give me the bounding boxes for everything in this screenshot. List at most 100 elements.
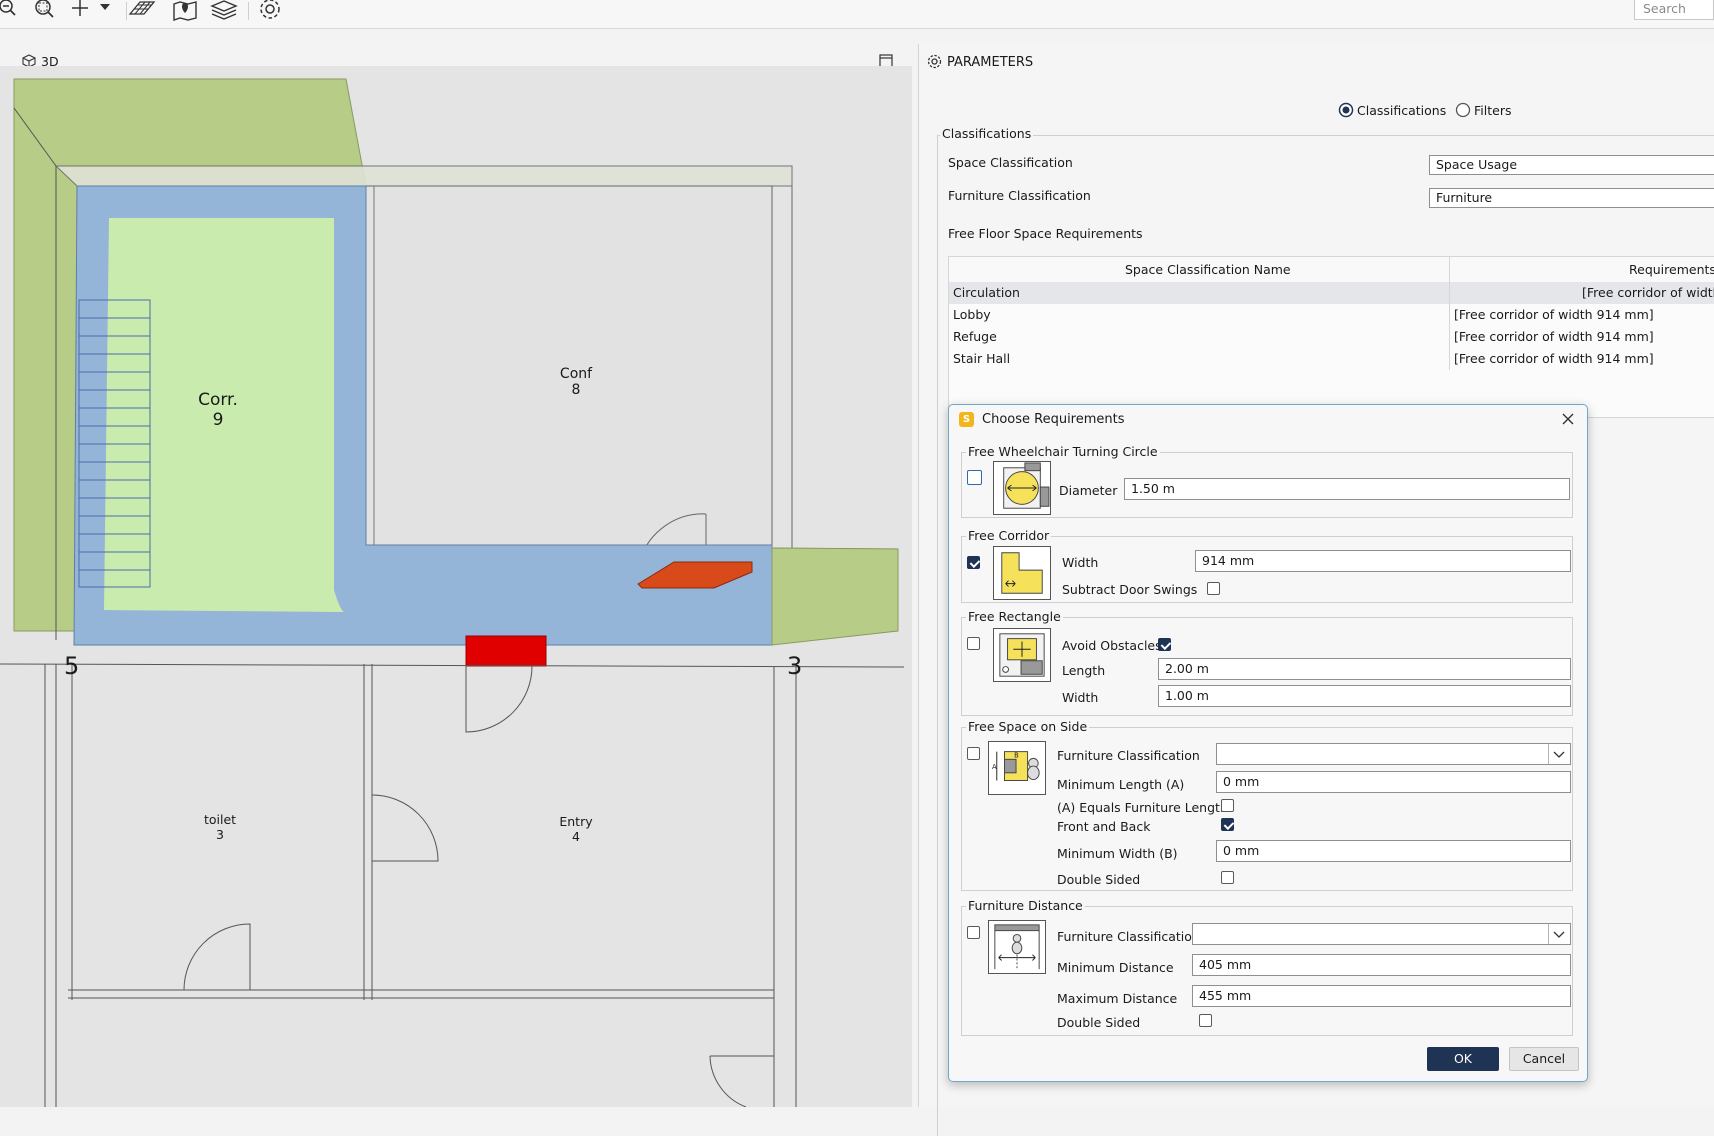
field-label: Subtract Door Swings: [1062, 582, 1198, 597]
distance-group: Furniture Distance Furniture Classificat…: [961, 898, 1573, 1036]
rectangle-width-input[interactable]: 1.00 m: [1158, 685, 1571, 707]
app-icon: S: [959, 412, 974, 427]
field-label: Length: [1062, 663, 1106, 678]
field-label: Width: [1062, 690, 1099, 705]
field-label: Minimum Distance: [1057, 960, 1174, 975]
distance-double-sided-checkbox[interactable]: [1199, 1014, 1212, 1027]
field-label: Minimum Length (A): [1057, 777, 1185, 792]
field-label: Space Classification: [948, 155, 1073, 170]
wheelchair-group: Free Wheelchair Turning Circle Diameter …: [961, 444, 1573, 518]
cancel-button[interactable]: Cancel: [1509, 1047, 1579, 1071]
radio-label: Classifications: [1357, 103, 1447, 118]
corridor-icon: [993, 546, 1051, 600]
furniture-distance-icon: [988, 920, 1046, 974]
group-title: Free Space on Side: [966, 719, 1090, 734]
grid-axis-label: 5: [64, 652, 80, 680]
front-and-back-checkbox[interactable]: [1221, 818, 1234, 831]
layers-icon[interactable]: [210, 0, 238, 22]
room-label: Entry 4: [559, 814, 593, 844]
panel-title: PARAMETERS: [947, 55, 1034, 70]
distance-checkbox[interactable]: [967, 926, 980, 939]
field-label: Furniture Classification: [948, 188, 1091, 203]
group-title: Furniture Distance: [966, 898, 1085, 913]
room-label: Conf 8: [559, 366, 593, 398]
diameter-input[interactable]: 1.50 m: [1124, 478, 1570, 500]
field-label: Diameter: [1059, 483, 1118, 498]
zoom-out-icon[interactable]: [0, 0, 22, 22]
rectangle-length-input[interactable]: 2.00 m: [1158, 658, 1571, 680]
min-width-input[interactable]: 0 mm: [1216, 840, 1571, 862]
field-label: Front and Back: [1057, 819, 1151, 834]
radio-selected-icon: [1338, 102, 1354, 118]
grid-axis-label: 3: [787, 652, 803, 680]
table-row[interactable]: Lobby [Free corridor of width 914 mm]: [949, 304, 1714, 326]
subtract-door-swings-checkbox[interactable]: [1207, 582, 1220, 595]
corridor-width-input[interactable]: 914 mm: [1195, 550, 1571, 572]
min-distance-input[interactable]: 405 mm: [1192, 954, 1571, 976]
close-icon[interactable]: [1561, 412, 1575, 426]
radio-unselected-icon: [1455, 102, 1471, 118]
equals-furniture-length-checkbox[interactable]: [1221, 799, 1234, 812]
3d-viewport[interactable]: Corr. 9 Conf 8 toilet 3 Entry 4 5 3: [0, 66, 912, 1107]
side-group: Free Space on Side AB Furniture Classifi…: [961, 719, 1573, 891]
field-label: (A) Equals Furniture Length: [1057, 800, 1228, 815]
group-title: Classifications: [940, 126, 1034, 141]
side-double-sided-checkbox[interactable]: [1221, 871, 1234, 884]
gear-icon: [927, 54, 942, 69]
map-marker-icon[interactable]: [172, 0, 198, 22]
rectangle-group: Free Rectangle Avoid Obstacles Length 2.…: [961, 609, 1573, 716]
panel-3d-header: 3D: [0, 42, 905, 69]
chevron-down-icon[interactable]: [1548, 924, 1570, 944]
rectangle-checkbox[interactable]: [967, 637, 980, 650]
toolbar-separator: [248, 2, 249, 20]
side-furniture-classification-select[interactable]: [1216, 743, 1571, 765]
room-label: Corr. 9: [198, 390, 238, 430]
turning-circle-icon: [993, 461, 1051, 515]
furniture-classification-input[interactable]: Furniture: [1429, 188, 1714, 208]
main-toolbar: Search: [0, 0, 1714, 29]
field-label: Double Sided: [1057, 872, 1141, 887]
grid-plane-icon[interactable]: [128, 0, 156, 22]
toolbar-separator: [126, 2, 127, 20]
avoid-obstacles-checkbox[interactable]: [1158, 638, 1171, 651]
corridor-checkbox[interactable]: [967, 556, 980, 569]
field-label: Width: [1062, 555, 1099, 570]
wheelchair-checkbox[interactable]: [967, 470, 982, 485]
field-label: Furniture Classification: [1057, 748, 1200, 763]
space-classification-input[interactable]: Space Usage: [1429, 155, 1714, 175]
table-row[interactable]: Stair Hall [Free corridor of width 914 m…: [949, 348, 1714, 370]
free-rectangle-icon: [993, 628, 1051, 682]
requirements-table: Space Classification Name Requirements C…: [948, 256, 1714, 418]
column-header[interactable]: Requirements: [1629, 257, 1714, 282]
corridor-group: Free Corridor Width 914 mm Subtract Door…: [961, 528, 1573, 603]
chevron-down-icon[interactable]: [1548, 744, 1570, 764]
furniture-red-block: [465, 635, 547, 667]
field-label: Minimum Width (B): [1057, 846, 1178, 861]
group-title: Free Wheelchair Turning Circle: [966, 444, 1160, 459]
ok-button[interactable]: OK: [1427, 1047, 1499, 1071]
table-header: Space Classification Name Requirements: [949, 257, 1714, 283]
zoom-window-icon[interactable]: [32, 0, 56, 22]
room-label: toilet 3: [203, 812, 237, 842]
select-tool-icon[interactable]: [70, 0, 114, 22]
dialog-title: Choose Requirements: [982, 412, 1125, 427]
svg-text:A: A: [992, 763, 997, 771]
column-header[interactable]: Space Classification Name: [1125, 257, 1291, 282]
settings-gear-icon[interactable]: [256, 0, 284, 22]
choose-requirements-dialog: S Choose Requirements Free Wheelchair Tu…: [948, 404, 1588, 1082]
space-on-side-icon: AB: [988, 741, 1046, 795]
field-label: Furniture Classification: [1057, 929, 1200, 944]
side-checkbox[interactable]: [967, 747, 980, 760]
table-row[interactable]: Circulation [Free corridor of width 914 …: [949, 282, 1714, 304]
max-distance-input[interactable]: 455 mm: [1192, 985, 1571, 1007]
group-title: Free Rectangle: [966, 609, 1063, 624]
min-length-input[interactable]: 0 mm: [1216, 771, 1571, 793]
field-label: Double Sided: [1057, 1015, 1141, 1030]
table-row[interactable]: Refuge [Free corridor of width 914 mm]: [949, 326, 1714, 348]
search-input[interactable]: Search: [1634, 0, 1714, 20]
distance-furniture-classification-select[interactable]: [1192, 923, 1571, 945]
group-title: Free Corridor: [966, 528, 1052, 543]
svg-text:B: B: [1014, 751, 1019, 759]
field-label: Avoid Obstacles: [1062, 638, 1162, 653]
radio-label: Filters: [1474, 103, 1512, 118]
